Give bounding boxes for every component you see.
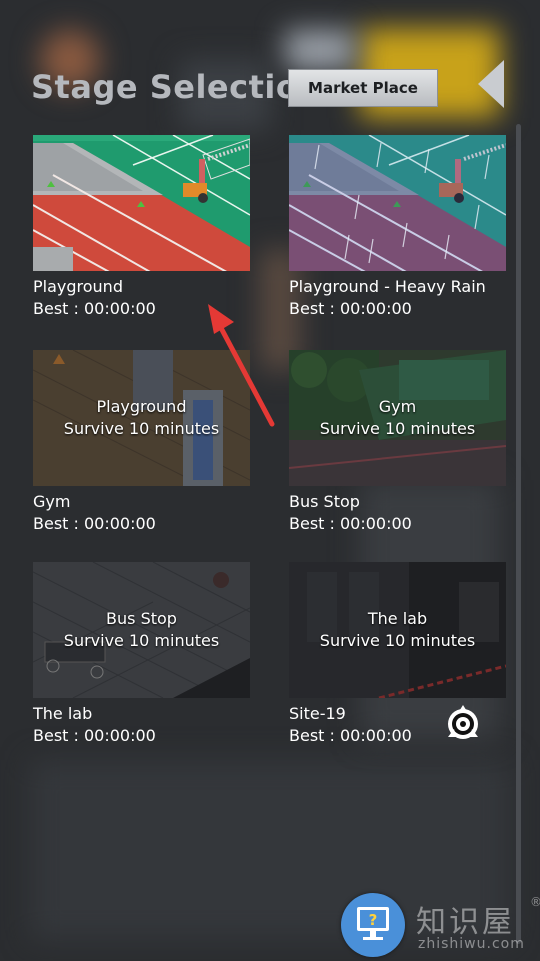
stage-name: Bus Stop	[289, 492, 360, 511]
help-icon: ?	[357, 907, 389, 940]
scrollbar[interactable]	[516, 124, 521, 944]
requirement-text: Survive 10 minutes	[63, 631, 220, 650]
requirement-text: Survive 10 minutes	[319, 419, 476, 438]
stage-name: Gym	[33, 492, 71, 511]
market-place-button[interactable]: Market Place	[288, 69, 438, 107]
stage-thumbnail	[289, 135, 506, 271]
unlock-requirement: Gym Survive 10 minutes	[289, 350, 506, 486]
stage-name: The lab	[33, 704, 93, 723]
stage-thumbnail: The lab Survive 10 minutes	[289, 562, 506, 698]
watermark-domain: zhishiwu.com	[418, 936, 525, 952]
stage-best-time: Best : 00:00:00	[33, 299, 156, 318]
stage-best-time: Best : 00:00:00	[289, 514, 412, 533]
stage-thumbnail	[33, 135, 250, 271]
page-title: Stage Selection	[31, 68, 322, 106]
watermark-cn: 知识屋	[416, 905, 515, 940]
help-button[interactable]: ?	[341, 893, 405, 957]
header: Stage Selection Market Place	[0, 0, 540, 130]
stage-best-time: Best : 00:00:00	[289, 299, 412, 318]
stage-best-time: Best : 00:00:00	[289, 726, 412, 745]
unlock-requirement: The lab Survive 10 minutes	[289, 562, 506, 698]
unlock-requirement: Playground Survive 10 minutes	[33, 350, 250, 486]
stage-thumbnail: Playground Survive 10 minutes	[33, 350, 250, 486]
watermark-reg: ®	[530, 895, 540, 909]
required-stage: The lab	[367, 609, 428, 628]
stage-thumbnail: Bus Stop Survive 10 minutes	[33, 562, 250, 698]
stage-best-time: Best : 00:00:00	[33, 726, 156, 745]
stage-best-time: Best : 00:00:00	[33, 514, 156, 533]
requirement-text: Survive 10 minutes	[319, 631, 476, 650]
site19-logo-icon	[448, 705, 478, 739]
stage-name: Playground - Heavy Rain	[289, 277, 486, 296]
stage-name: Site-19	[289, 704, 346, 723]
required-stage: Gym	[378, 397, 417, 416]
stage-thumbnail: Gym Survive 10 minutes	[289, 350, 506, 486]
stage-name: Playground	[33, 277, 123, 296]
unlock-requirement: Bus Stop Survive 10 minutes	[33, 562, 250, 698]
watermark: 知识屋 ® zhishiwu.com	[410, 893, 540, 957]
back-arrow-icon[interactable]	[478, 60, 504, 108]
required-stage: Bus Stop	[106, 609, 177, 628]
svg-text:?: ?	[369, 911, 378, 929]
required-stage: Playground	[96, 397, 187, 416]
requirement-text: Survive 10 minutes	[63, 419, 220, 438]
